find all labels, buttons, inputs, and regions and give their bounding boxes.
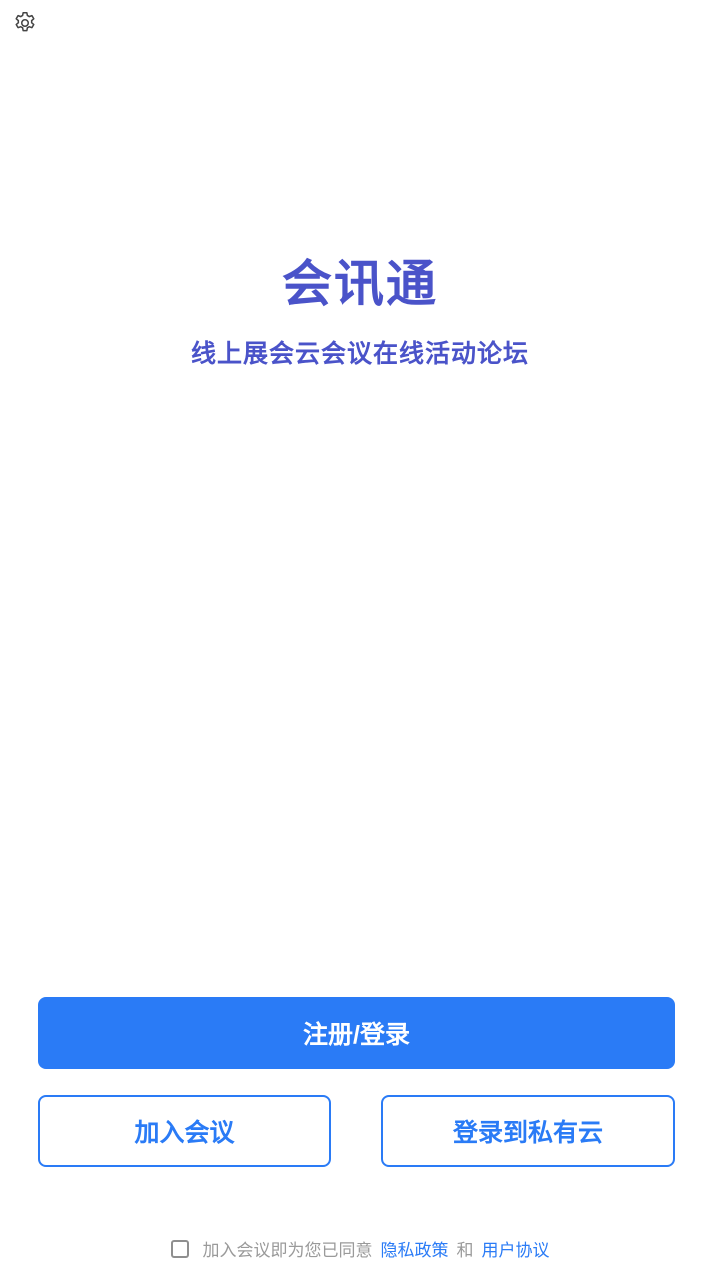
settings-button[interactable] bbox=[8, 6, 42, 40]
app-title: 会讯通 bbox=[282, 255, 438, 313]
user-agreement-link[interactable]: 用户协议 bbox=[482, 1236, 550, 1261]
login-screen: 会讯通 线上展会云会议在线活动论坛 注册/登录 加入会议 登录到私有云 加入会议… bbox=[0, 0, 720, 1280]
gear-icon bbox=[15, 11, 35, 32]
agreement-checkbox[interactable] bbox=[170, 1239, 189, 1258]
agreement-row: 加入会议即为您已同意 隐私政策 和 用户协议 bbox=[0, 1236, 720, 1261]
app-subtitle: 线上展会云会议在线活动论坛 bbox=[190, 339, 529, 368]
agreement-prefix: 加入会议即为您已同意 bbox=[202, 1241, 373, 1261]
agreement-conjunction: 和 bbox=[456, 1241, 474, 1261]
private-cloud-login-button[interactable]: 登录到私有云 bbox=[381, 1095, 675, 1167]
register-login-button[interactable]: 注册/登录 bbox=[38, 997, 675, 1069]
join-meeting-button[interactable]: 加入会议 bbox=[38, 1095, 331, 1167]
privacy-policy-link[interactable]: 隐私政策 bbox=[381, 1236, 449, 1261]
